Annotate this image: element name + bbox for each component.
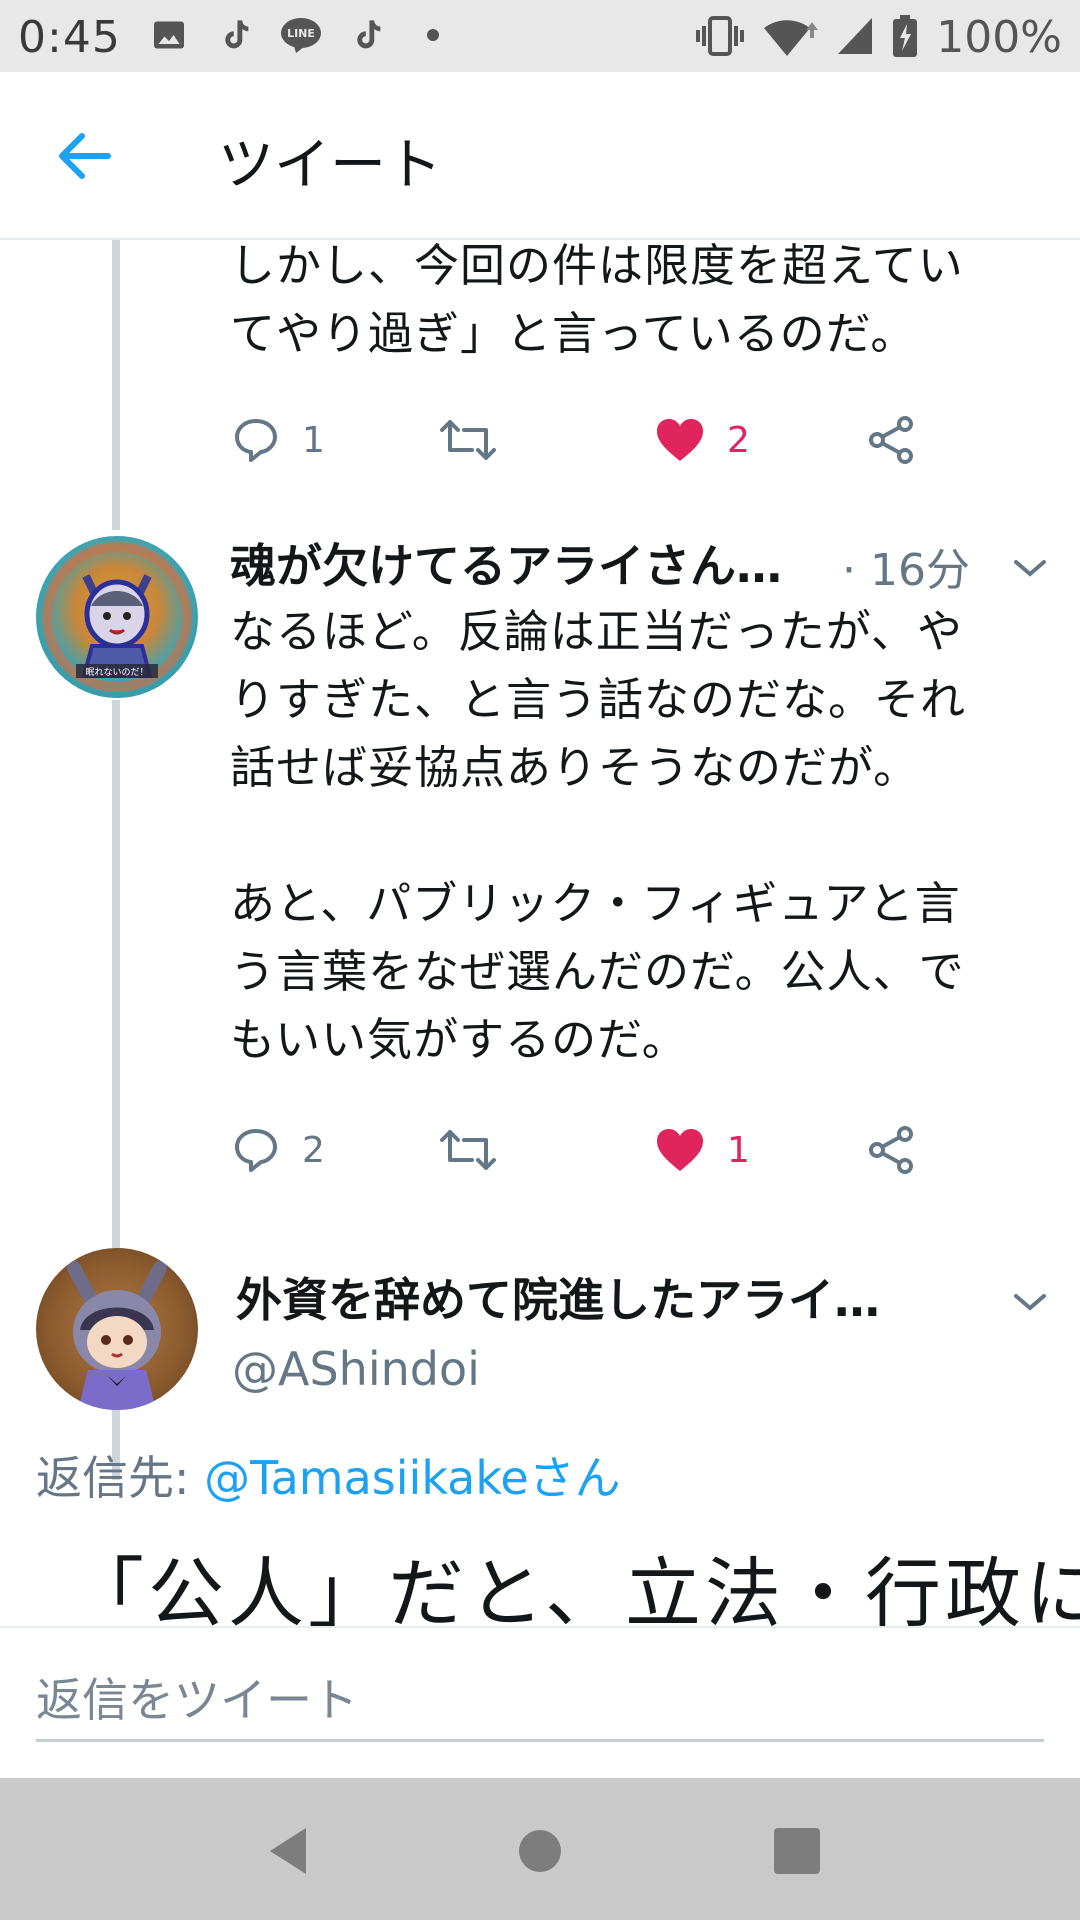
reply-input[interactable]: 返信をツイート (36, 1658, 1044, 1742)
wifi-icon (762, 16, 819, 60)
retweet-button[interactable] (440, 1115, 496, 1185)
like-button[interactable]: 2 (655, 405, 750, 475)
share-icon (869, 1126, 913, 1174)
reply-icon (235, 419, 277, 462)
tweet-thread[interactable]: しかし、今回の件は限度を超えてい てやり過ぎ」と言っているのだ。 1 2 眠れな… (0, 240, 1080, 1626)
heart-filled-icon (657, 1129, 703, 1171)
reply-icon (235, 1129, 277, 1172)
tweet-text-line: あと、パブリック・フィギュアと言 (230, 877, 961, 930)
nav-back-icon[interactable] (256, 1816, 326, 1886)
line-icon: LINE (280, 14, 322, 56)
avatar-image (67, 1261, 167, 1410)
dot-icon (412, 14, 454, 56)
system-nav-bar (0, 1778, 1080, 1920)
like-count: 1 (727, 1129, 750, 1171)
tweet-text: しかし、今回の件は限度を超えてい てやり過ぎ」と言っているのだ。 (230, 240, 1050, 368)
nav-recents-icon[interactable] (762, 1816, 832, 1886)
replying-label: 返信先: (36, 1451, 190, 1505)
vibrate-icon (696, 15, 745, 60)
tweet-text-line: てやり過ぎ」と言っているのだ。 (230, 307, 917, 360)
tweet-text-line (230, 802, 1050, 870)
reply-button[interactable]: 2 (232, 1115, 325, 1185)
display-name[interactable]: 魂が欠けてるアライさん… (230, 530, 782, 596)
arrow-left-icon (59, 133, 111, 179)
tweet-text-line: なるほど。反論は正当だったが、や (230, 605, 963, 658)
thread-line (112, 240, 120, 530)
share-icon (869, 416, 913, 464)
notification-icons: LINE (148, 14, 454, 56)
reply-count: 1 (302, 419, 325, 461)
tweet-actions: 1 2 (232, 405, 932, 475)
tweet-text-line: もいい気がするのだ。 (230, 1013, 688, 1066)
retweet-button[interactable] (440, 405, 496, 475)
tweet-text-line: う言葉をなぜ選んだのだ。公人、で (230, 945, 965, 998)
focused-tweet-text: 「公人」だと、立法・行政に (68, 1549, 1080, 1626)
tweet-text-line: りすぎた、と言う話なのだな。それ (230, 673, 967, 726)
system-icons: 100% (696, 12, 1062, 63)
user-handle[interactable]: @AShindoi (232, 1342, 480, 1396)
tweet-text-line: しかし、今回の件は限度を超えてい (230, 240, 964, 292)
retweet-icon (440, 420, 496, 460)
reply-button[interactable]: 1 (232, 405, 325, 475)
reply-count: 2 (302, 1129, 325, 1171)
signal-icon (836, 16, 874, 60)
mention-link[interactable]: @Tamasiikakeさん (204, 1451, 621, 1505)
app-header: ツイート (0, 72, 1080, 240)
share-button[interactable] (867, 1115, 915, 1185)
chevron-down-icon[interactable] (1010, 548, 1050, 588)
battery-charging-icon (892, 14, 918, 61)
avatar-image: 眠れないのだ！ (42, 542, 192, 692)
tiktok-icon (346, 14, 388, 56)
tweet-text: なるほど。反論は正当だったが、や りすぎた、と言う話なのだな。それ 話せば妥協点… (230, 598, 1050, 1074)
tiktok-icon (214, 14, 256, 56)
like-count: 2 (727, 419, 750, 461)
tweet-header: 外資を辞めて院進したアライ… (236, 1264, 1046, 1334)
svg-text:LINE: LINE (287, 27, 315, 40)
avatar-caption: 眠れないのだ！ (85, 667, 148, 678)
display-name[interactable]: 外資を辞めて院進したアライ… (236, 1264, 880, 1330)
avatar[interactable]: 眠れないのだ！ (36, 536, 198, 698)
replying-to: 返信先: @Tamasiikakeさん (36, 1442, 621, 1508)
back-button[interactable] (52, 124, 116, 188)
tweet-time: · 16分 (842, 545, 970, 596)
status-time: 0:45 (18, 12, 121, 63)
avatar[interactable] (36, 1248, 198, 1410)
battery-percent: 100% (936, 12, 1062, 63)
nav-home-icon[interactable] (505, 1816, 575, 1886)
tweet-actions: 2 1 (232, 1115, 932, 1185)
chevron-down-icon[interactable] (1010, 1282, 1050, 1322)
page-title: ツイート (218, 133, 442, 198)
share-button[interactable] (867, 405, 915, 475)
tweet-text-line: 話せば妥協点ありそうなのだが。 (230, 741, 920, 794)
tweet-header: 魂が欠けてるアライさん… · 16分 (230, 530, 1046, 600)
status-bar: 0:45 LINE 100% (0, 0, 1080, 72)
image-icon (148, 14, 190, 56)
heart-filled-icon (657, 419, 703, 461)
like-button[interactable]: 1 (655, 1115, 750, 1185)
reply-bar: 返信をツイート (0, 1626, 1080, 1778)
retweet-icon (440, 1130, 496, 1170)
